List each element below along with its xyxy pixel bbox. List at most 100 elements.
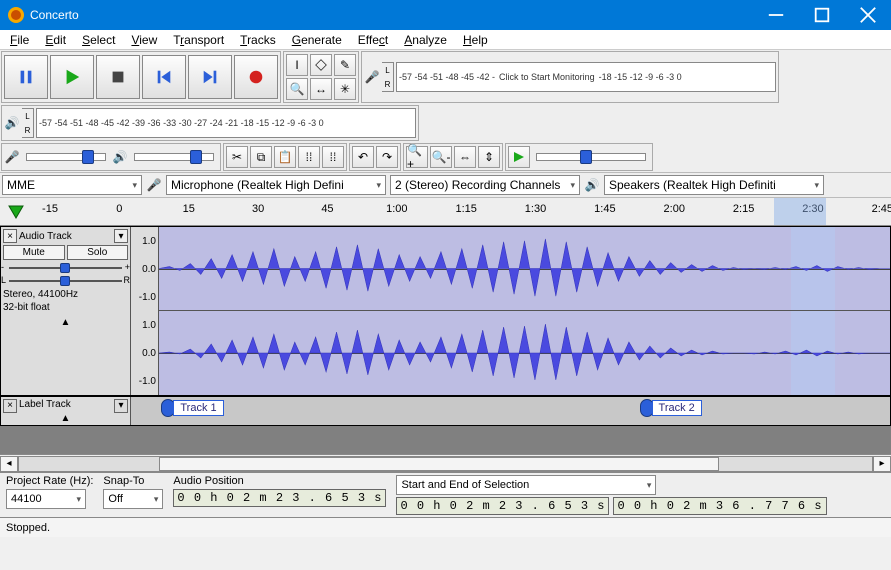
- status-text: Stopped.: [6, 522, 50, 534]
- skip-start-button[interactable]: [142, 55, 186, 99]
- envelope-tool[interactable]: [310, 54, 332, 76]
- menu-tracks[interactable]: Tracks: [234, 31, 282, 49]
- menu-view[interactable]: View: [125, 31, 163, 49]
- horizontal-scrollbar[interactable]: ◂ ▸: [0, 454, 891, 472]
- solo-button[interactable]: Solo: [67, 245, 129, 260]
- menu-transport[interactable]: Transport: [167, 31, 230, 49]
- mute-button[interactable]: Mute: [3, 245, 65, 260]
- playhead-icon: [8, 205, 24, 219]
- fit-project-button[interactable]: ⇕: [478, 146, 500, 168]
- snap-combo[interactable]: Off▾: [103, 489, 163, 509]
- collapse-button[interactable]: ▲: [3, 317, 128, 328]
- scroll-left-button[interactable]: ◂: [0, 456, 18, 472]
- maximize-button[interactable]: [799, 0, 845, 30]
- transcription-toolbar: [505, 143, 653, 171]
- minimize-button[interactable]: [753, 0, 799, 30]
- track-close-button[interactable]: ×: [3, 399, 17, 413]
- audio-track: × Audio Track ▾ Mute Solo - + L R Stereo…: [0, 226, 891, 396]
- menu-file[interactable]: File: [4, 31, 35, 49]
- record-device-combo[interactable]: Microphone (Realtek High Defini▾: [166, 175, 386, 195]
- cut-button[interactable]: ✂: [226, 146, 248, 168]
- paste-button[interactable]: 📋: [274, 146, 296, 168]
- close-button[interactable]: [845, 0, 891, 30]
- pause-button[interactable]: [4, 55, 48, 99]
- playback-device-combo[interactable]: Speakers (Realtek High Definiti▾: [604, 175, 824, 195]
- speaker-icon: 🔊: [584, 177, 600, 193]
- collapse-button[interactable]: ▲: [3, 413, 128, 424]
- window-title: Concerto: [30, 8, 753, 22]
- zoom-out-button[interactable]: 🔍-: [430, 146, 452, 168]
- track-menu-button[interactable]: ▾: [114, 399, 128, 413]
- audio-position-label: Audio Position: [173, 475, 386, 487]
- device-toolbar: MME▾ 🎤 Microphone (Realtek High Defini▾ …: [0, 172, 891, 198]
- scroll-right-button[interactable]: ▸: [873, 456, 891, 472]
- mic-icon: 🎤: [364, 69, 380, 85]
- record-channels-combo[interactable]: 2 (Stereo) Recording Channels▾: [390, 175, 580, 195]
- project-rate-combo[interactable]: 44100▾: [6, 489, 86, 509]
- multi-tool[interactable]: ✳: [334, 78, 356, 100]
- scroll-thumb[interactable]: [159, 457, 719, 471]
- playback-volume-slider[interactable]: [134, 153, 214, 161]
- mic-icon: 🎤: [4, 149, 20, 165]
- play-meter[interactable]: 🔊 LR -57 -54 -51 -48 -45 -42 -39 -36 -33…: [1, 105, 419, 141]
- menu-generate[interactable]: Generate: [286, 31, 348, 49]
- menubar: File Edit Select View Transport Tracks G…: [0, 30, 891, 50]
- label-track-body[interactable]: Track 1 Track 2: [131, 397, 890, 425]
- record-button[interactable]: [234, 55, 278, 99]
- audio-track-header[interactable]: × Audio Track ▾ Mute Solo - + L R Stereo…: [1, 227, 131, 395]
- label-marker[interactable]: Track 2: [640, 399, 702, 417]
- transport-toolbar: [1, 51, 281, 103]
- play-button[interactable]: [50, 55, 94, 99]
- copy-button[interactable]: ⧉: [250, 146, 272, 168]
- zoom-tool[interactable]: 🔍: [286, 78, 308, 100]
- app-icon: [8, 7, 24, 23]
- menu-edit[interactable]: Edit: [39, 31, 72, 49]
- timeline-ruler[interactable]: -15 0 15 30 45 1:00 1:15 1:30 1:45 2:00 …: [0, 198, 891, 226]
- waveform-area[interactable]: [159, 227, 890, 395]
- waveform-left: [159, 227, 890, 311]
- label-track-header[interactable]: × Label Track ▾ ▲: [1, 397, 131, 425]
- menu-select[interactable]: Select: [76, 31, 121, 49]
- edit-toolbar: ✂ ⧉ 📋 ⁞⁞ ⁞⁞: [223, 143, 347, 171]
- menu-effect[interactable]: Effect: [352, 31, 394, 49]
- toolbar-area-2: 🎤 🔊 ✂ ⧉ 📋 ⁞⁞ ⁞⁞ ↶ ↷ 🔍+ 🔍- ⇔ ⇕: [0, 142, 891, 172]
- trim-button[interactable]: ⁞⁞: [298, 146, 320, 168]
- track-format: Stereo, 44100Hz: [3, 289, 128, 300]
- selection-toolbar: Project Rate (Hz): 44100▾ Snap-To Off▾ A…: [0, 472, 891, 517]
- record-volume-slider[interactable]: [26, 153, 106, 161]
- label-text[interactable]: Track 2: [652, 400, 702, 416]
- toolbar-area: I ✎ 🔍 ↔ ✳ 🎤 LR -57 -54 -51 -48 -45 -42 -…: [0, 50, 891, 142]
- zoom-in-button[interactable]: 🔍+: [406, 146, 428, 168]
- selection-mode-combo[interactable]: Start and End of Selection▾: [396, 475, 656, 495]
- undo-button[interactable]: ↶: [352, 146, 374, 168]
- fit-selection-button[interactable]: ⇔: [454, 146, 476, 168]
- menu-analyze[interactable]: Analyze: [398, 31, 453, 49]
- draw-tool[interactable]: ✎: [334, 54, 356, 76]
- record-meter[interactable]: 🎤 LR -57 -54 -51 -48 -45 -42 - Click to …: [361, 51, 779, 103]
- selection-start-field[interactable]: 0 0 h 0 2 m 2 3 . 6 5 3 s: [396, 497, 609, 515]
- track-close-button[interactable]: ×: [3, 229, 17, 243]
- label-marker[interactable]: Track 1: [161, 399, 223, 417]
- track-menu-button[interactable]: ▾: [114, 229, 128, 243]
- label-track: × Label Track ▾ ▲ Track 1 Track 2: [0, 396, 891, 426]
- zoom-toolbar: 🔍+ 🔍- ⇔ ⇕: [403, 143, 503, 171]
- pan-slider[interactable]: L R: [9, 276, 122, 286]
- menu-help[interactable]: Help: [457, 31, 494, 49]
- audio-position-field[interactable]: 0 0 h 0 2 m 2 3 . 6 5 3 s: [173, 489, 386, 507]
- redo-button[interactable]: ↷: [376, 146, 398, 168]
- titlebar: Concerto: [0, 0, 891, 30]
- label-track-name: Label Track: [19, 399, 112, 413]
- play-at-speed-button[interactable]: [508, 146, 530, 168]
- label-text[interactable]: Track 1: [173, 400, 223, 416]
- silence-button[interactable]: ⁞⁞: [322, 146, 344, 168]
- timeshift-tool[interactable]: ↔: [310, 78, 332, 100]
- selection-tool[interactable]: I: [286, 54, 308, 76]
- play-speed-slider[interactable]: [536, 153, 646, 161]
- speaker-icon: 🔊: [112, 149, 128, 165]
- skip-end-button[interactable]: [188, 55, 232, 99]
- stop-button[interactable]: [96, 55, 140, 99]
- audio-host-combo[interactable]: MME▾: [2, 175, 142, 195]
- gain-slider[interactable]: - +: [9, 263, 122, 273]
- undo-toolbar: ↶ ↷: [349, 143, 401, 171]
- selection-end-field[interactable]: 0 0 h 0 2 m 3 6 . 7 7 6 s: [613, 497, 826, 515]
